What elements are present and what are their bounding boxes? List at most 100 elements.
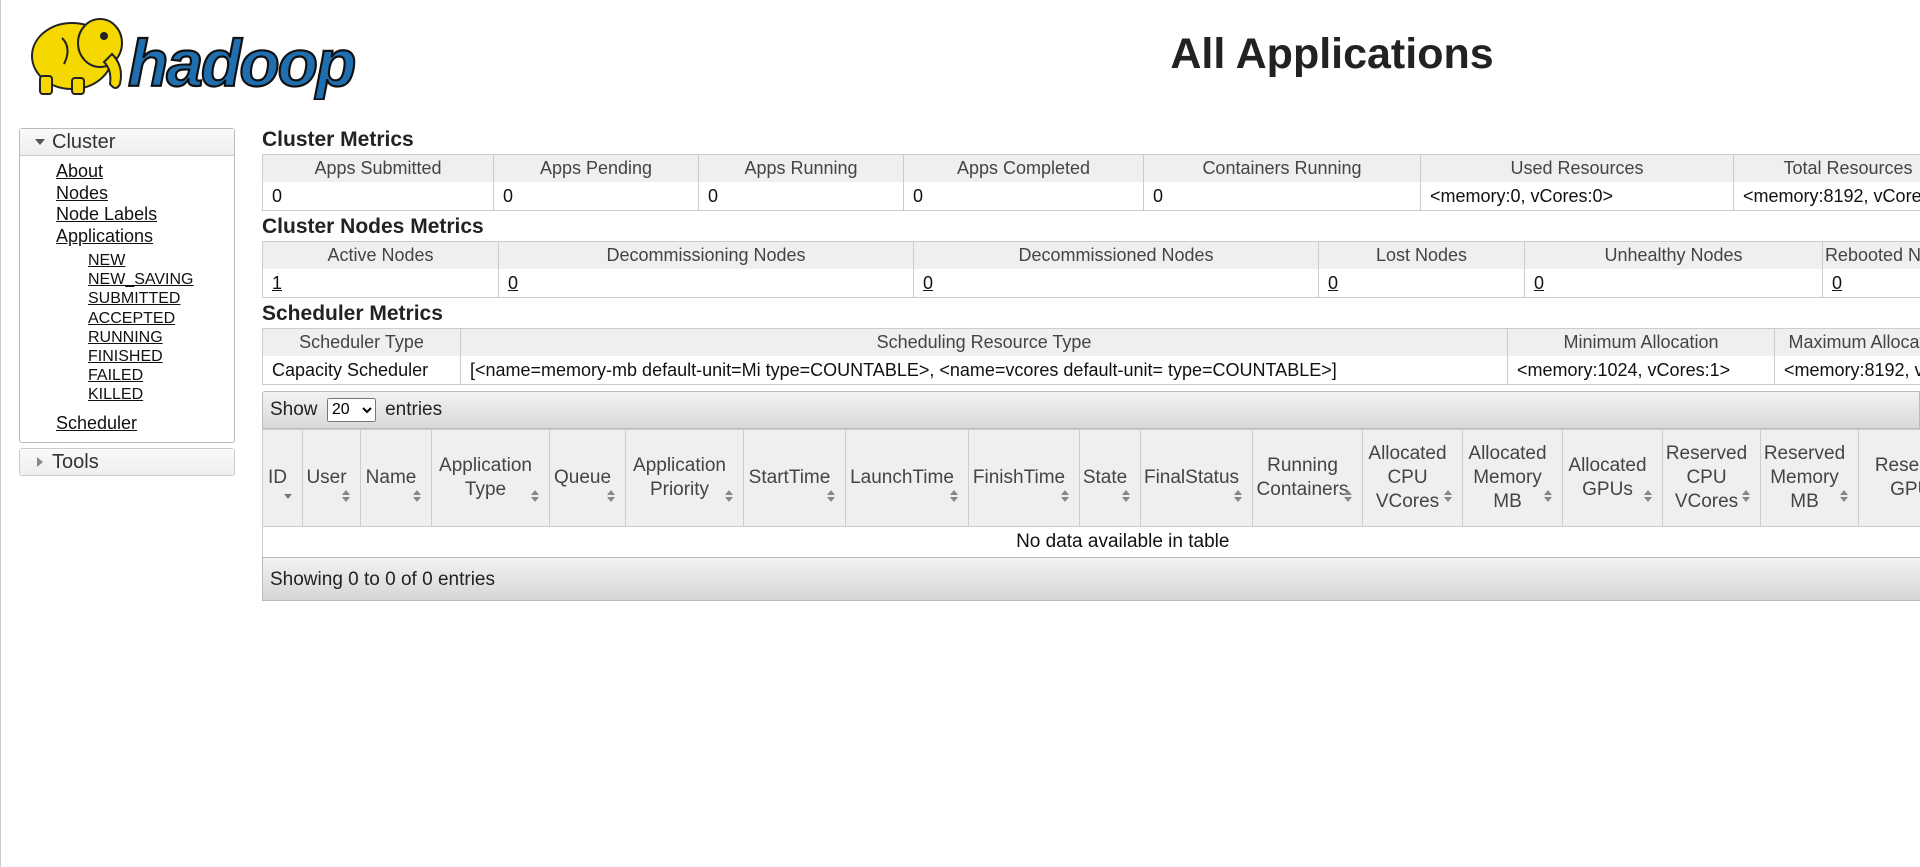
nav-state-new-saving[interactable]: NEW_SAVING bbox=[88, 270, 234, 289]
unhealthy-nodes-link[interactable]: 0 bbox=[1534, 273, 1544, 293]
col-application-priority[interactable]: Application Priority bbox=[625, 429, 744, 527]
table-row: 0 0 0 0 0 <memory:0, vCores:0> <memory:8… bbox=[262, 182, 1920, 211]
table-header-row: ID User Name Application Type Queue Applicatio… bbox=[262, 429, 1920, 527]
sort-icon bbox=[342, 490, 350, 502]
scheduling-resource-type-value: [<name=memory-mb default-unit=Mi type=CO… bbox=[460, 356, 1508, 385]
col-allocated-memory-mb[interactable]: Allocated Memory MB bbox=[1462, 429, 1563, 527]
hadoop-logo: hadoop bbox=[31, 18, 358, 100]
sort-icon bbox=[1544, 490, 1552, 502]
nav-link-about[interactable]: About bbox=[56, 161, 234, 183]
nav-state-accepted[interactable]: ACCEPTED bbox=[88, 309, 234, 328]
col-rebooted-nodes: Rebooted Nodes bbox=[1822, 241, 1920, 269]
column-label-line: MB bbox=[1493, 491, 1522, 512]
lost-nodes-link[interactable]: 0 bbox=[1328, 273, 1338, 293]
column-label-line: Application bbox=[633, 455, 726, 476]
apps-table-info: Showing 0 to 0 of 0 entries bbox=[262, 557, 1920, 601]
nav-link-applications[interactable]: Applications bbox=[56, 226, 234, 248]
col-running-containers[interactable]: Running Containers bbox=[1252, 429, 1363, 527]
nav-state-running[interactable]: RUNNING bbox=[88, 328, 234, 347]
nodes-metrics-title: Cluster Nodes Metrics bbox=[262, 215, 484, 238]
col-allocated-cpu-vcores[interactable]: Allocated CPU VCores bbox=[1362, 429, 1463, 527]
lost-nodes-cell: 0 bbox=[1318, 269, 1525, 298]
cluster-metrics-table: Apps Submitted Apps Pending Apps Running… bbox=[262, 154, 1920, 211]
rebooted-nodes-cell: 0 bbox=[1822, 269, 1920, 298]
nav-state-failed[interactable]: FAILED bbox=[88, 366, 234, 385]
table-info-text: Showing 0 to 0 of 0 entries bbox=[270, 569, 495, 590]
table-header-row: Scheduler Type Scheduling Resource Type … bbox=[262, 328, 1920, 356]
tools-menu: Tools bbox=[19, 448, 235, 477]
col-name[interactable]: Name bbox=[360, 429, 432, 527]
rebooted-nodes-link[interactable]: 0 bbox=[1832, 273, 1842, 293]
apps-completed-value: 0 bbox=[903, 182, 1144, 211]
nav-state-killed[interactable]: KILLED bbox=[88, 385, 234, 404]
apps-submitted-value: 0 bbox=[262, 182, 494, 211]
column-label-line: Type bbox=[464, 479, 507, 500]
col-id[interactable]: ID bbox=[262, 429, 303, 527]
sort-icon bbox=[1061, 490, 1069, 502]
nav-state-submitted[interactable]: SUBMITTED bbox=[88, 289, 234, 308]
sort-desc-icon bbox=[284, 490, 292, 502]
sort-icon bbox=[1234, 490, 1242, 502]
decommissioned-nodes-link[interactable]: 0 bbox=[923, 273, 933, 293]
column-label-line: LaunchTime bbox=[850, 467, 954, 488]
col-queue[interactable]: Queue bbox=[549, 429, 626, 527]
col-allocated-gpus[interactable]: Allocated GPUs bbox=[1562, 429, 1663, 527]
containers-running-value: 0 bbox=[1143, 182, 1421, 211]
col-application-type[interactable]: Application Type bbox=[431, 429, 550, 527]
col-reserved-gpus[interactable]: Reserved GPUs bbox=[1858, 429, 1920, 527]
sort-icon bbox=[607, 490, 615, 502]
nav-link-node-labels[interactable]: Node Labels bbox=[56, 204, 234, 226]
scheduler-metrics-title: Scheduler Metrics bbox=[262, 302, 443, 325]
caret-down-icon bbox=[35, 139, 45, 145]
col-apps-submitted: Apps Submitted bbox=[262, 154, 494, 182]
column-label-line: VCores bbox=[1674, 491, 1739, 512]
col-lost-nodes: Lost Nodes bbox=[1318, 241, 1525, 269]
col-user[interactable]: User bbox=[302, 429, 361, 527]
col-finishtime[interactable]: FinishTime bbox=[968, 429, 1080, 527]
page-title: All Applications bbox=[1170, 30, 1494, 78]
col-state[interactable]: State bbox=[1079, 429, 1141, 527]
scheduler-metrics-table: Scheduler Type Scheduling Resource Type … bbox=[262, 328, 1920, 385]
decommissioning-nodes-link[interactable]: 0 bbox=[508, 273, 518, 293]
page-size-select[interactable]: 10 20 50 100 bbox=[326, 397, 376, 422]
col-reserved-memory-mb[interactable]: Reserved Memory MB bbox=[1760, 429, 1859, 527]
column-label-line: CPU bbox=[1686, 467, 1727, 488]
apps-pending-value: 0 bbox=[493, 182, 699, 211]
nav-link-nodes[interactable]: Nodes bbox=[56, 183, 234, 205]
tools-menu-label: Tools bbox=[52, 451, 99, 474]
cluster-menu-header[interactable]: Cluster bbox=[20, 129, 234, 156]
col-finalstatus[interactable]: FinalStatus bbox=[1140, 429, 1253, 527]
column-label-line: Memory bbox=[1770, 467, 1839, 488]
column-label-line: GPUs bbox=[1890, 479, 1920, 500]
table-row: 1 0 0 0 0 0 bbox=[262, 269, 1920, 298]
apps-table-length-control: Show 10 20 50 100 entries bbox=[262, 391, 1920, 429]
nav-state-finished[interactable]: FINISHED bbox=[88, 347, 234, 366]
tools-menu-header[interactable]: Tools bbox=[20, 449, 234, 476]
sort-icon bbox=[827, 490, 835, 502]
applications-table: ID User Name Application Type Queue Applicatio… bbox=[262, 429, 1920, 557]
col-launchtime[interactable]: LaunchTime bbox=[845, 429, 969, 527]
nav-state-new[interactable]: NEW bbox=[88, 251, 234, 270]
col-reserved-cpu-vcores[interactable]: Reserved CPU VCores bbox=[1662, 429, 1761, 527]
maximum-allocation-value: <memory:8192, vCores:8> bbox=[1774, 356, 1920, 385]
column-label-line: Reserved bbox=[1874, 455, 1920, 476]
column-label-line: Queue bbox=[553, 467, 612, 488]
col-decommissioned-nodes: Decommissioned Nodes bbox=[913, 241, 1319, 269]
column-label-line: Application bbox=[439, 455, 532, 476]
column-label-line: Memory bbox=[1473, 467, 1542, 488]
col-containers-running: Containers Running bbox=[1143, 154, 1421, 182]
col-total-resources: Total Resources bbox=[1733, 154, 1920, 182]
active-nodes-link[interactable]: 1 bbox=[272, 273, 282, 293]
nav-link-scheduler[interactable]: Scheduler bbox=[56, 413, 234, 435]
used-resources-value: <memory:0, vCores:0> bbox=[1420, 182, 1734, 211]
scheduler-type-value: Capacity Scheduler bbox=[262, 356, 461, 385]
column-label-line: Name bbox=[365, 467, 417, 488]
column-label-line: Allocated bbox=[1368, 443, 1447, 464]
sort-icon bbox=[1840, 490, 1848, 502]
column-label-line: ID bbox=[268, 467, 287, 488]
logo-text: hadoop bbox=[128, 26, 355, 100]
cluster-menu-body: About Nodes Node Labels Applications NEW… bbox=[20, 156, 234, 442]
column-label-line: Priority bbox=[649, 479, 710, 500]
col-starttime[interactable]: StartTime bbox=[743, 429, 846, 527]
column-label-line: Allocated bbox=[1468, 443, 1547, 464]
